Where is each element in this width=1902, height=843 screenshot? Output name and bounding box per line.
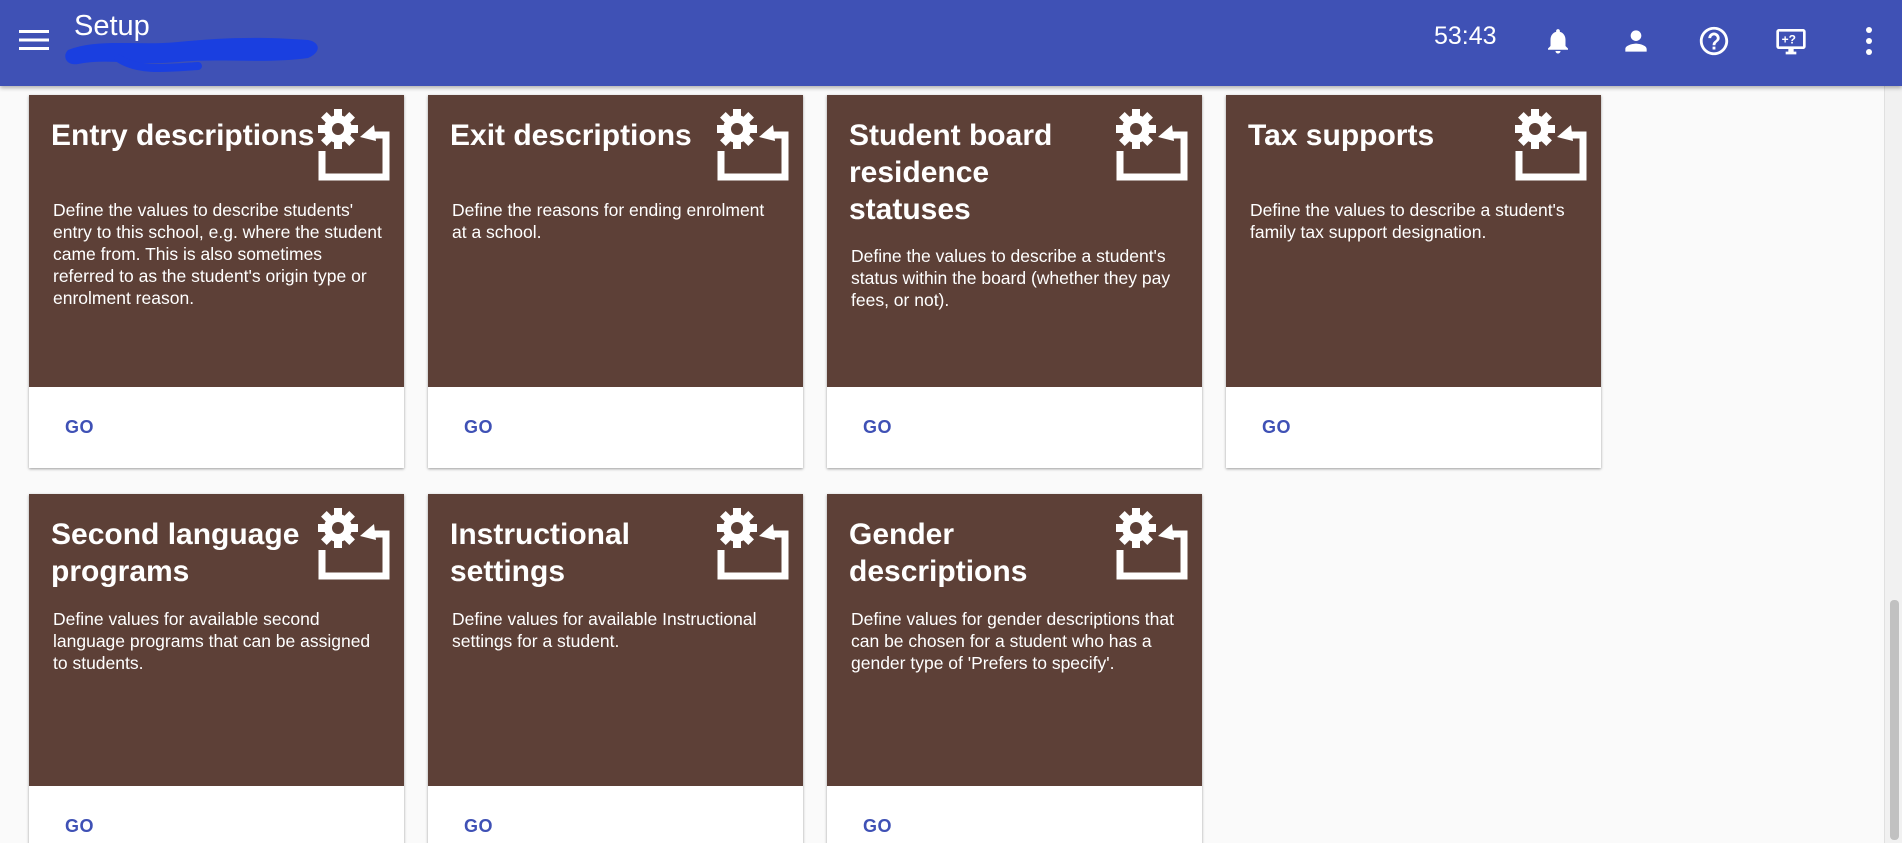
help-icon: [1699, 26, 1729, 56]
notifications-button[interactable]: [1535, 18, 1581, 64]
card-title: Instructional settings: [450, 518, 631, 588]
gear-settings-icon: [318, 109, 390, 181]
card-description: Define values for available Instructiona…: [452, 609, 757, 651]
card-title: Second language programs: [51, 518, 300, 588]
card-entry-descriptions: Entry descriptions Define the values to …: [29, 95, 404, 468]
card-header: Gender descriptions Define values for ge…: [827, 494, 1202, 786]
card-exit-descriptions: Exit descriptions Define the reasons for…: [428, 95, 803, 468]
gear-settings-icon: [717, 109, 789, 181]
card-actions: GO: [29, 786, 404, 843]
session-timer: 53:43: [1434, 22, 1497, 50]
svg-text:+?: +?: [1782, 33, 1796, 47]
card-description: Define the values to describe a student'…: [1250, 200, 1565, 242]
remote-support-icon: +?: [1776, 29, 1806, 55]
gear-settings-icon: [318, 508, 390, 580]
bell-icon: [1548, 29, 1568, 54]
card-description: Define the values to describe a student'…: [851, 246, 1171, 310]
card-header: Tax supports Define the values to descri…: [1226, 95, 1601, 387]
go-button[interactable]: GO: [448, 808, 509, 843]
gear-settings-icon: [1515, 109, 1587, 181]
card-second-language-programs: Second language programs Define values f…: [29, 494, 404, 843]
go-button[interactable]: GO: [49, 409, 110, 446]
card-title: Student board residence statuses: [849, 119, 1053, 226]
card-title: Tax supports: [1248, 119, 1435, 152]
vertical-scrollbar[interactable]: [1884, 86, 1902, 843]
setup-card-grid: Entry descriptions Define the values to …: [0, 86, 1884, 843]
more-vert-icon: [1866, 27, 1872, 55]
go-button[interactable]: GO: [847, 808, 908, 843]
go-button[interactable]: GO: [49, 808, 110, 843]
card-gender-descriptions: Gender descriptions Define values for ge…: [827, 494, 1202, 843]
card-actions: GO: [29, 387, 404, 468]
card-title: Exit descriptions: [450, 119, 692, 152]
help-button[interactable]: [1691, 18, 1737, 64]
person-icon: [1625, 30, 1647, 52]
card-header: Entry descriptions Define the values to …: [29, 95, 404, 387]
app-bar: Setup 53:43 +?: [0, 0, 1902, 86]
menu-icon: [19, 30, 49, 50]
card-actions: GO: [827, 786, 1202, 843]
card-header: Second language programs Define values f…: [29, 494, 404, 786]
account-button[interactable]: [1613, 18, 1659, 64]
card-description: Define values for gender descriptions th…: [851, 609, 1174, 673]
card-description: Define the values to describe students' …: [53, 200, 382, 308]
go-button[interactable]: GO: [1246, 409, 1307, 446]
card-description: Define the reasons for ending enrolment …: [452, 200, 765, 242]
remote-support-button[interactable]: +?: [1768, 18, 1814, 64]
card-instructional-settings: Instructional settings Define values for…: [428, 494, 803, 843]
gear-settings-icon: [1116, 508, 1188, 580]
card-header: Exit descriptions Define the reasons for…: [428, 95, 803, 387]
redaction-scribble: [65, 37, 318, 73]
card-actions: GO: [1226, 387, 1601, 468]
card-header: Student board residence statuses Define …: [827, 95, 1202, 387]
go-button[interactable]: GO: [847, 409, 908, 446]
go-button[interactable]: GO: [448, 409, 509, 446]
card-student-board-residence-statuses: Student board residence statuses Define …: [827, 95, 1202, 468]
gear-settings-icon: [717, 508, 789, 580]
card-actions: GO: [428, 786, 803, 843]
card-title: Gender descriptions: [849, 518, 1028, 588]
card-actions: GO: [827, 387, 1202, 468]
card-header: Instructional settings Define values for…: [428, 494, 803, 786]
gear-settings-icon: [1116, 109, 1188, 181]
card-actions: GO: [428, 387, 803, 468]
card-tax-supports: Tax supports Define the values to descri…: [1226, 95, 1601, 468]
card-title: Entry descriptions: [51, 119, 315, 152]
more-options-button[interactable]: [1846, 18, 1892, 64]
menu-button[interactable]: [14, 20, 54, 60]
card-description: Define values for available second langu…: [53, 609, 371, 673]
scrollbar-thumb[interactable]: [1890, 600, 1899, 840]
